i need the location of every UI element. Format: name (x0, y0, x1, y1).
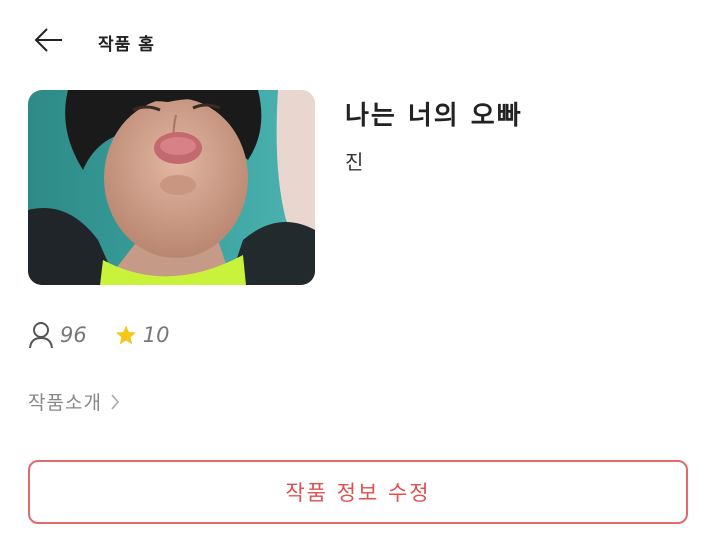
work-home-page: 작품 홈 나는 너의 오빠 진 96 10 작품소개 작품 정보 수정 (0, 0, 720, 540)
readers-stat: 96 (28, 321, 87, 349)
work-stats: 96 10 (28, 320, 197, 350)
person-icon (29, 322, 53, 349)
rating-value: 10 (142, 323, 170, 347)
arrow-left-icon (34, 28, 62, 52)
intro-label: 작품소개 (28, 392, 102, 414)
star-icon (115, 325, 136, 345)
chevron-right-icon (110, 393, 120, 411)
rating-stat: 10 (115, 323, 170, 347)
work-title: 나는 너의 오빠 (345, 101, 523, 131)
page-title: 작품 홈 (98, 35, 155, 55)
back-button[interactable] (30, 22, 66, 58)
cover-image (28, 90, 315, 285)
work-intro-link[interactable]: 작품소개 (28, 388, 120, 415)
edit-button-label: 작품 정보 수정 (285, 481, 431, 505)
work-author: 진 (345, 150, 364, 174)
readers-count: 96 (60, 323, 87, 347)
edit-work-info-button[interactable]: 작품 정보 수정 (28, 460, 688, 524)
